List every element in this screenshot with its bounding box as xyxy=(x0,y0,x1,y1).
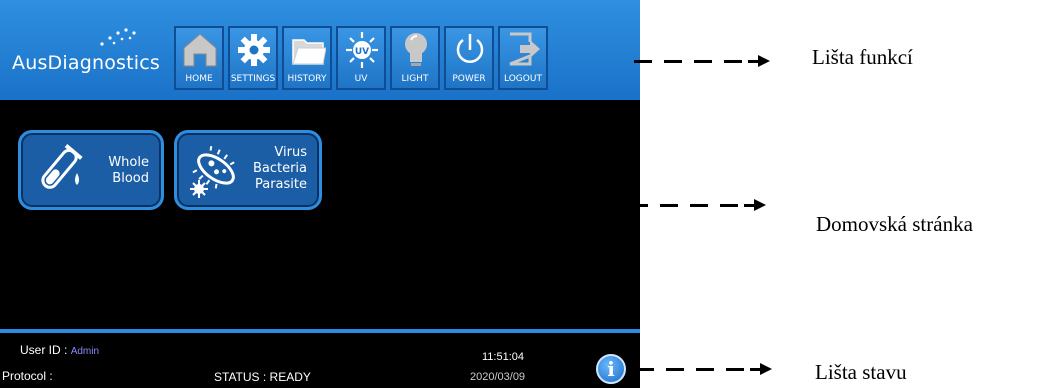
light-button[interactable]: LIGHT xyxy=(390,26,440,90)
instrument-screen: AusDiagnostics HOME SETTINGS HISTORY UV … xyxy=(0,0,640,388)
toolbar-callout-arrow xyxy=(630,55,780,67)
statusbar-callout: Lišta stavu xyxy=(815,360,907,384)
tile-label-line: Blood xyxy=(112,171,149,186)
logout-button-label: LOGOUT xyxy=(504,74,542,84)
microbe-icon xyxy=(190,145,235,198)
user-id-label: User ID : xyxy=(20,343,68,357)
home-icon xyxy=(183,33,217,67)
whole-blood-label: Whole Blood xyxy=(108,155,149,187)
home-button[interactable]: HOME xyxy=(174,26,224,90)
settings-button-label: SETTINGS xyxy=(230,74,276,84)
lightbulb-icon xyxy=(405,33,427,66)
virus-bacteria-parasite-tile[interactable]: Virus Bacteria Parasite xyxy=(174,130,322,210)
user-id-value: Admin xyxy=(70,346,100,357)
gear-icon xyxy=(238,34,270,66)
uv-lamp-icon: UV xyxy=(346,32,378,68)
tile-label-line: Parasite xyxy=(254,177,307,192)
uv-button[interactable]: UV UV xyxy=(336,26,386,90)
power-button-label: POWER xyxy=(452,74,486,84)
home-page: Whole Blood Virus Bacteria Parasite xyxy=(0,100,640,330)
whole-blood-tile[interactable]: Whole Blood xyxy=(18,130,164,210)
tile-label-line: Whole xyxy=(108,155,149,170)
history-button[interactable]: HISTORY xyxy=(282,26,332,90)
svg-text:UV: UV xyxy=(355,47,369,57)
history-button-label: HISTORY xyxy=(287,74,327,84)
test-tube-icon xyxy=(41,144,83,189)
status-bar: User ID : Admin Protocol : STATUS : READ… xyxy=(0,333,640,388)
homepage-callout-arrow xyxy=(626,199,780,211)
power-button[interactable]: POWER xyxy=(444,26,494,90)
homepage-callout: Domovská stránka xyxy=(816,212,973,236)
info-icon[interactable]: i xyxy=(596,354,626,384)
light-button-label: LIGHT xyxy=(401,74,429,84)
logout-button[interactable]: LOGOUT xyxy=(498,26,548,90)
home-button-label: HOME xyxy=(185,74,213,84)
folder-icon xyxy=(292,39,326,65)
status-date: 2020/03/09 xyxy=(470,371,526,383)
user-id-row: User ID : Admin xyxy=(20,343,99,357)
status-text: STATUS : READY xyxy=(214,370,311,384)
status-time: 11:51:04 xyxy=(482,351,525,363)
uv-button-label: UV xyxy=(354,74,368,84)
tile-label-line: Virus xyxy=(274,145,307,160)
virus-bacteria-parasite-label: Virus Bacteria Parasite xyxy=(253,145,307,193)
tile-label-line: Bacteria xyxy=(252,161,307,176)
logout-icon xyxy=(509,32,540,66)
brand-logo: AusDiagnostics xyxy=(12,52,160,74)
power-icon xyxy=(456,34,484,63)
logo-dots-icon xyxy=(100,28,136,46)
statusbar-callout-arrow xyxy=(632,363,782,375)
protocol-label: Protocol : xyxy=(2,369,53,383)
function-toolbar: AusDiagnostics HOME SETTINGS HISTORY UV … xyxy=(0,0,640,100)
toolbar-callout: Lišta funkcí xyxy=(812,45,913,69)
settings-button[interactable]: SETTINGS xyxy=(228,26,278,90)
